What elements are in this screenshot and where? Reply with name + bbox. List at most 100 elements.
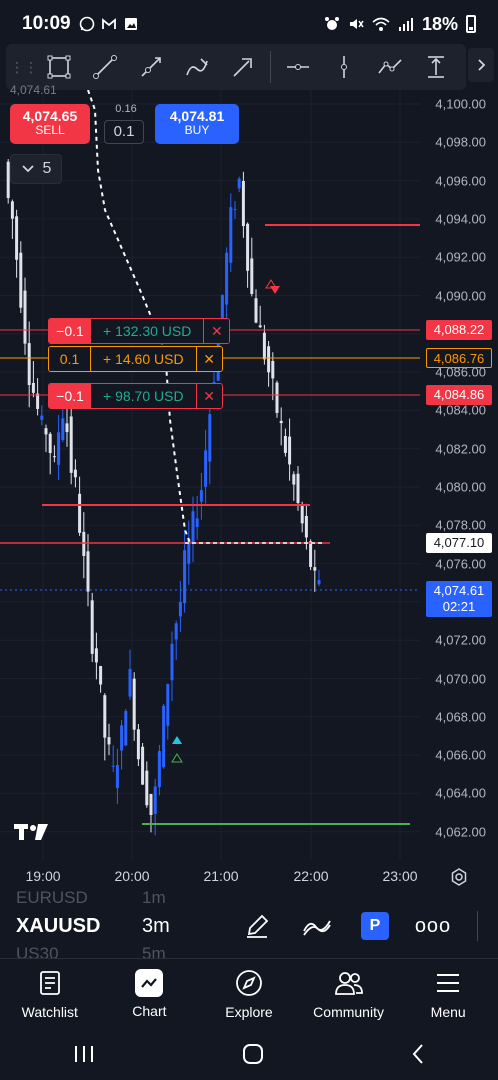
- candle-body: [208, 414, 212, 462]
- candle-body: [283, 435, 287, 453]
- candle-body: [23, 290, 27, 344]
- order-pnl: + 14.60 USD: [91, 347, 196, 371]
- candle-body: [241, 181, 245, 227]
- candle-body: [115, 765, 119, 788]
- nav-explore[interactable]: Explore: [199, 959, 299, 1028]
- chart-settings-icon[interactable]: [450, 868, 468, 886]
- horizontal-line-tool-icon[interactable]: [275, 47, 321, 87]
- price-axis-label: 4,080.00: [435, 479, 486, 495]
- candle-body: [225, 252, 229, 305]
- candle-body: [304, 515, 308, 538]
- symbol-bar: EURUSD 1m XAUUSD 3m US30 5m P ooo: [0, 888, 498, 963]
- candle-body: [124, 710, 128, 746]
- vertical-line-tool-icon[interactable]: [321, 47, 367, 87]
- interval-value[interactable]: 3m: [142, 915, 170, 938]
- candle-body: [103, 695, 107, 738]
- quantity-input[interactable]: 0.1: [104, 120, 144, 144]
- battery-level: 18%: [421, 13, 458, 34]
- close-order-icon[interactable]: ✕: [195, 347, 222, 371]
- mute-icon: [349, 19, 364, 29]
- indicators-icon[interactable]: [301, 910, 333, 942]
- trend-line-tool-icon[interactable]: [82, 47, 128, 87]
- nav-label: Watchlist: [21, 1003, 78, 1020]
- candle-body: [10, 201, 14, 219]
- candle-body: [48, 433, 52, 454]
- candle-body: [27, 343, 31, 386]
- interval-picker-prev[interactable]: 1m: [142, 888, 166, 908]
- order-line-1[interactable]: −0.1 + 132.30 USD ✕: [48, 318, 231, 344]
- status-time: 10:09: [22, 13, 71, 34]
- path-tool-icon[interactable]: [367, 47, 413, 87]
- order-line-2[interactable]: 0.1 + 14.60 USD ✕: [48, 346, 223, 372]
- order-line-3[interactable]: −0.1 + 98.70 USD ✕: [48, 383, 223, 409]
- price-range-tool-icon[interactable]: [413, 47, 459, 87]
- candle-body: [309, 541, 313, 567]
- candle-body: [174, 623, 178, 640]
- back-icon[interactable]: [411, 1043, 425, 1065]
- whatsapp-icon: [79, 16, 94, 32]
- drag-handle-icon[interactable]: ⋮⋮: [10, 59, 38, 76]
- time-axis[interactable]: 19:00 20:00 21:00 22:00 23:00: [0, 864, 498, 890]
- order-qty[interactable]: 0.1: [49, 347, 91, 371]
- close-order-icon[interactable]: ✕: [195, 384, 222, 408]
- candle-body: [107, 737, 111, 745]
- nav-label: Menu: [430, 1003, 466, 1020]
- candle-body: [157, 751, 161, 788]
- symbol-tools: P ooo: [241, 910, 478, 942]
- wifi-icon: [372, 17, 390, 31]
- order-price-tag-3[interactable]: 4,084.86: [426, 385, 492, 405]
- candle-body: [250, 258, 254, 294]
- indicators-toggle-button[interactable]: 5: [10, 154, 62, 184]
- drawing-toolbar: ⋮⋮: [6, 44, 466, 90]
- brush-tool-icon[interactable]: [174, 47, 220, 87]
- drawing-pencil-icon[interactable]: [241, 910, 273, 942]
- order-price-tag-2[interactable]: 4,086.76: [426, 348, 492, 368]
- candle-body: [229, 207, 233, 263]
- recent-apps-icon[interactable]: [73, 1044, 95, 1064]
- community-icon: [334, 968, 364, 998]
- close-order-icon[interactable]: ✕: [203, 319, 230, 343]
- order-price-tag-1[interactable]: 4,088.22: [426, 320, 492, 340]
- toolbar-collapse-button[interactable]: [468, 48, 494, 82]
- ray-tool-icon[interactable]: [128, 47, 174, 87]
- candle-body: [195, 518, 199, 528]
- candle-body: [15, 216, 19, 260]
- tradingview-logo[interactable]: [14, 822, 52, 848]
- order-qty[interactable]: −0.1: [49, 384, 91, 408]
- nav-watchlist[interactable]: Watchlist: [0, 959, 100, 1028]
- candle-body: [296, 473, 300, 504]
- candle-body: [317, 579, 321, 585]
- spread-value: 0.16: [115, 103, 137, 115]
- compass-icon: [234, 968, 264, 998]
- divider: [477, 911, 478, 941]
- buy-button[interactable]: 4,074.81 BUY: [155, 104, 239, 144]
- symbol-picker-prev[interactable]: EURUSD: [16, 888, 88, 908]
- nav-menu[interactable]: Menu: [398, 959, 498, 1028]
- candle-body: [220, 295, 224, 321]
- sell-label: SELL: [35, 123, 65, 138]
- arrow-tool-icon[interactable]: [220, 47, 266, 87]
- candlestick-chart[interactable]: [0, 90, 498, 860]
- candle-body: [145, 770, 149, 806]
- nav-chart[interactable]: Chart: [100, 959, 200, 1028]
- current-price-tag: 4,074.61 02:21: [426, 581, 492, 617]
- rectangle-tool-icon[interactable]: [36, 47, 82, 87]
- broker-icon[interactable]: P: [361, 912, 389, 940]
- candle-body: [170, 643, 174, 681]
- symbol-name[interactable]: XAUUSD: [16, 915, 100, 938]
- price-chart[interactable]: [0, 90, 498, 860]
- nav-community[interactable]: Community: [299, 959, 399, 1028]
- price-axis-label: 4,084.00: [435, 402, 486, 418]
- candle-body: [65, 423, 69, 433]
- price-axis-label: 4,066.00: [435, 747, 486, 763]
- sell-button[interactable]: 4,074.65 SELL: [10, 104, 90, 144]
- more-options-icon[interactable]: ooo: [415, 910, 450, 942]
- order-qty[interactable]: −0.1: [49, 319, 91, 343]
- candle-body: [90, 600, 94, 654]
- candle-body: [94, 648, 98, 663]
- buy-price: 4,074.81: [169, 108, 225, 124]
- buy-signal-marker: [172, 736, 182, 744]
- home-icon[interactable]: [242, 1043, 264, 1065]
- bottom-navigation: Watchlist Chart Explore Community Menu: [0, 958, 498, 1028]
- order-pnl: + 98.70 USD: [91, 384, 196, 408]
